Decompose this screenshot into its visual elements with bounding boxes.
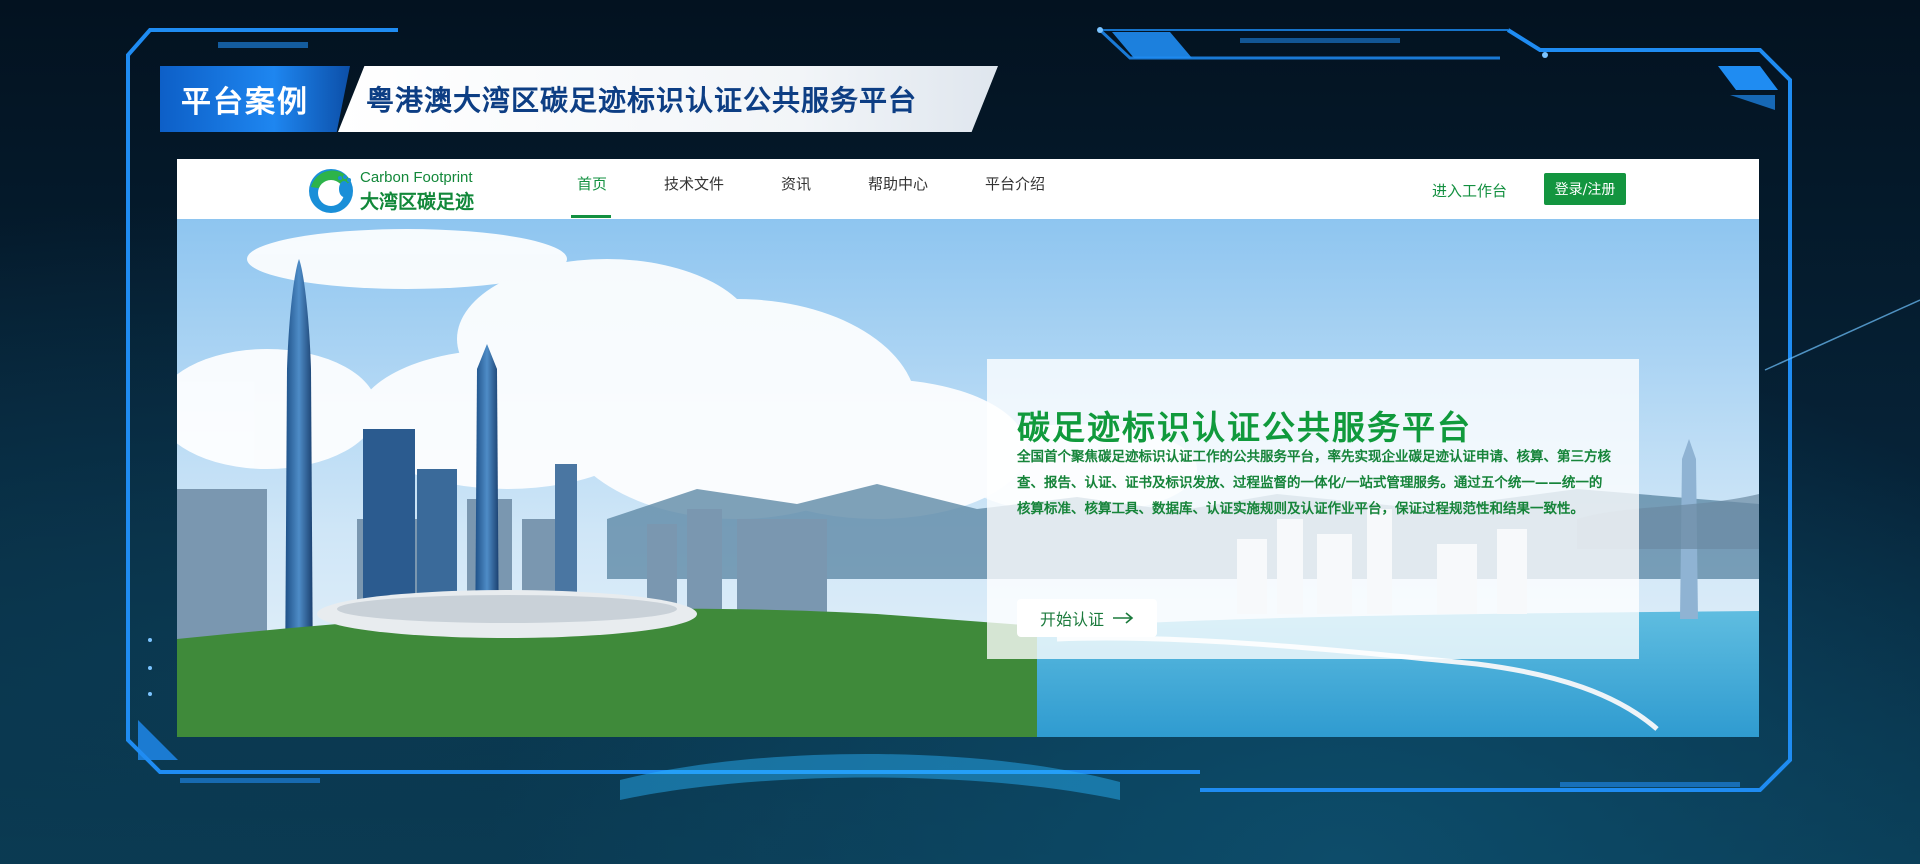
logo-english-text: Carbon Footprint	[360, 169, 473, 186]
case-title: 粤港澳大湾区碳足迹标识认证公共服务平台	[338, 66, 998, 132]
nav-help-center[interactable]: 帮助中心	[868, 173, 928, 219]
hero-description: 全国首个聚焦碳足迹标识认证工作的公共服务平台，率先实现企业碳足迹认证申请、核算、…	[1017, 449, 1611, 517]
login-register-button[interactable]: 登录/注册	[1544, 173, 1626, 205]
site-navbar: Carbon Footprint 大湾区碳足迹 首页 技术文件 资讯 帮助中心 …	[177, 159, 1759, 220]
arrow-right-icon	[1113, 612, 1134, 624]
nav-home[interactable]: 首页	[577, 173, 607, 219]
logo-chinese-text: 大湾区碳足迹	[360, 191, 475, 213]
start-certification-button[interactable]: 开始认证	[1017, 599, 1157, 637]
site-logo[interactable]: Carbon Footprint 大湾区碳足迹	[307, 164, 507, 216]
start-certification-label: 开始认证	[1039, 610, 1104, 629]
case-badge: 平台案例	[160, 66, 350, 132]
nav-platform-intro[interactable]: 平台介绍	[985, 173, 1045, 219]
website-screenshot: Carbon Footprint 大湾区碳足迹 首页 技术文件 资讯 帮助中心 …	[177, 159, 1759, 737]
carbon-footprint-logo-icon	[309, 169, 353, 213]
hero-title: 碳足迹标识认证公共服务平台	[1017, 408, 1472, 447]
enter-workbench-link[interactable]: 进入工作台	[1432, 180, 1507, 201]
nav-technical-documents[interactable]: 技术文件	[664, 173, 724, 219]
nav-active-indicator	[571, 215, 611, 218]
nav-news[interactable]: 资讯	[781, 173, 811, 219]
